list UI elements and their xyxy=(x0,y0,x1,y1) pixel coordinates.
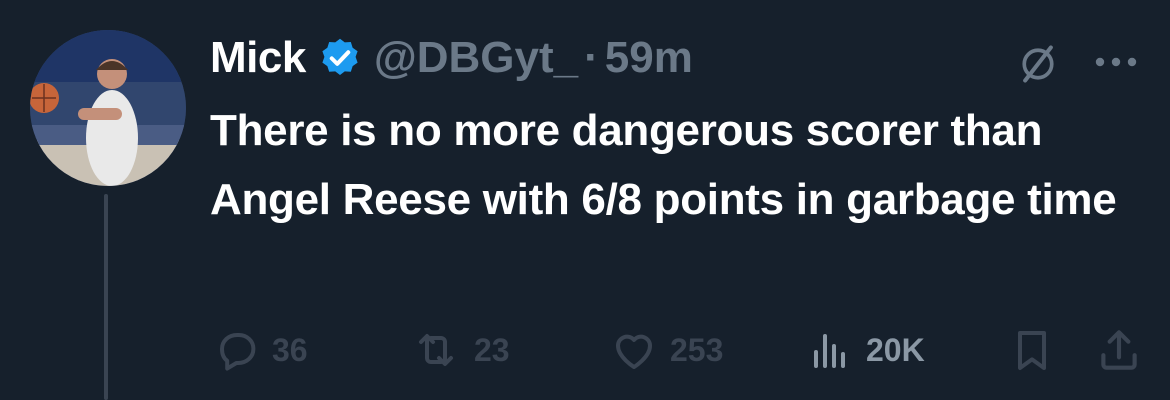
views-icon xyxy=(814,334,845,368)
like-icon xyxy=(615,334,653,369)
like-button[interactable]: 253 xyxy=(608,322,723,378)
verified-badge-icon xyxy=(322,38,358,76)
grok-icon[interactable] xyxy=(1016,42,1060,86)
tweet-header: Mick @DBGyt_ · 59m xyxy=(210,28,1140,88)
thread-line xyxy=(104,194,108,400)
tweet-actions: 36 23 253 20K xyxy=(210,322,1150,378)
share-icon xyxy=(1101,330,1137,370)
tweet-text: There is no more dangerous scorer than A… xyxy=(210,106,1117,224)
author-name[interactable]: Mick xyxy=(210,33,306,83)
reply-count: 36 xyxy=(272,331,308,368)
retweet-button[interactable]: 23 xyxy=(408,322,510,378)
avatar[interactable] xyxy=(30,30,186,186)
like-count: 253 xyxy=(670,331,724,368)
retweet-icon xyxy=(419,334,453,366)
reply-button[interactable]: 36 xyxy=(210,322,308,378)
views-count: 20K xyxy=(866,331,925,368)
retweet-count: 23 xyxy=(474,331,510,368)
author-handle[interactable]: @DBGyt_ xyxy=(374,33,578,83)
more-icon[interactable] xyxy=(1092,42,1140,82)
bookmark-button[interactable] xyxy=(1008,322,1066,378)
share-button[interactable] xyxy=(1094,322,1154,378)
views-button[interactable]: 20K xyxy=(808,322,925,378)
bookmark-icon xyxy=(1018,331,1046,370)
separator-dot: · xyxy=(584,33,599,82)
reply-icon xyxy=(220,333,256,371)
tweet-time[interactable]: 59m xyxy=(605,33,693,83)
